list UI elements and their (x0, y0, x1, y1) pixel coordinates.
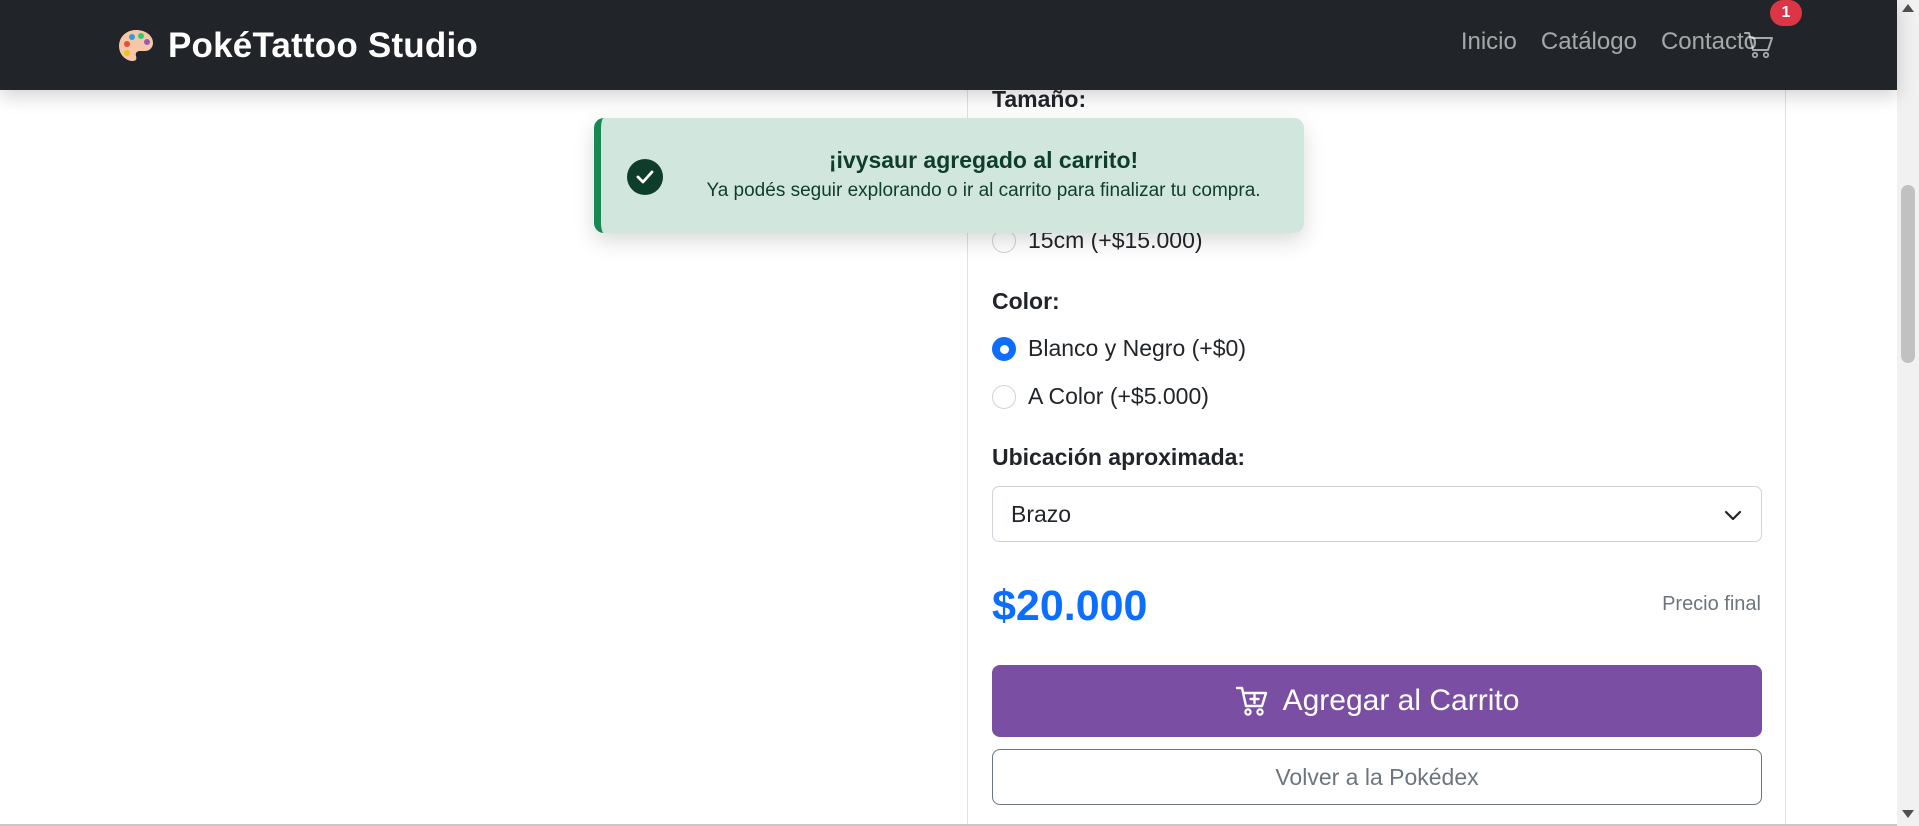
cart-count-badge: 1 (1770, 0, 1802, 26)
location-select-value: Brazo (1011, 501, 1072, 527)
price: $20.000 (992, 582, 1148, 630)
check-circle-icon (627, 159, 663, 195)
brand-name: PokéTattoo Studio (168, 26, 478, 65)
color-option-label: Blanco y Negro (+$0) (1028, 335, 1246, 361)
brand[interactable]: PokéTattoo Studio (116, 26, 478, 66)
color-radio-color[interactable] (992, 384, 1016, 409)
nav-link-inicio[interactable]: Inicio (1461, 28, 1517, 56)
back-to-pokedex-button[interactable]: Volver a la Pokédex (992, 749, 1762, 805)
color-radio-bw[interactable] (992, 336, 1016, 361)
size-label: Tamaño: (992, 86, 1087, 112)
cart-icon[interactable] (1744, 30, 1774, 60)
location-label: Ubicación aproximada: (992, 444, 1246, 470)
toast-message: Ya podés seguir explorando o ir al carri… (706, 180, 1261, 201)
color-option-label: A Color (+$5.000) (1028, 383, 1209, 409)
toast-title: ¡ivysaur agregado al carrito! (828, 147, 1139, 173)
add-to-cart-label: Agregar al Carrito (1282, 684, 1520, 717)
location-select[interactable]: Brazo (992, 486, 1762, 542)
nav-links: Inicio Catálogo Contacto (1461, 28, 1757, 56)
navbar: PokéTattoo Studio Inicio Catálogo Contac… (0, 0, 1897, 90)
palette-icon (119, 30, 153, 61)
nav-link-catalogo[interactable]: Catálogo (1541, 28, 1637, 56)
price-note: Precio final (1662, 593, 1761, 615)
scroll-up-arrow-icon[interactable] (1902, 4, 1914, 12)
add-to-cart-button[interactable]: Agregar al Carrito (992, 665, 1762, 737)
chevron-down-icon (1724, 510, 1742, 521)
page-scrollbar[interactable] (1897, 0, 1919, 826)
scroll-down-arrow-icon[interactable] (1902, 810, 1914, 818)
added-to-cart-toast: ¡ivysaur agregado al carrito! Ya podés s… (594, 118, 1304, 233)
cart-plus-icon (1235, 686, 1267, 716)
page: Tamaño: 15cm (+$15.000) Color: Blanco y … (0, 0, 1919, 826)
color-option-bw[interactable]: Blanco y Negro (+$0) (992, 335, 1246, 362)
scrollbar-thumb[interactable] (1901, 185, 1915, 363)
color-option-color[interactable]: A Color (+$5.000) (992, 383, 1209, 410)
nav-link-contacto[interactable]: Contacto (1661, 28, 1757, 56)
color-label: Color: (992, 288, 1060, 314)
